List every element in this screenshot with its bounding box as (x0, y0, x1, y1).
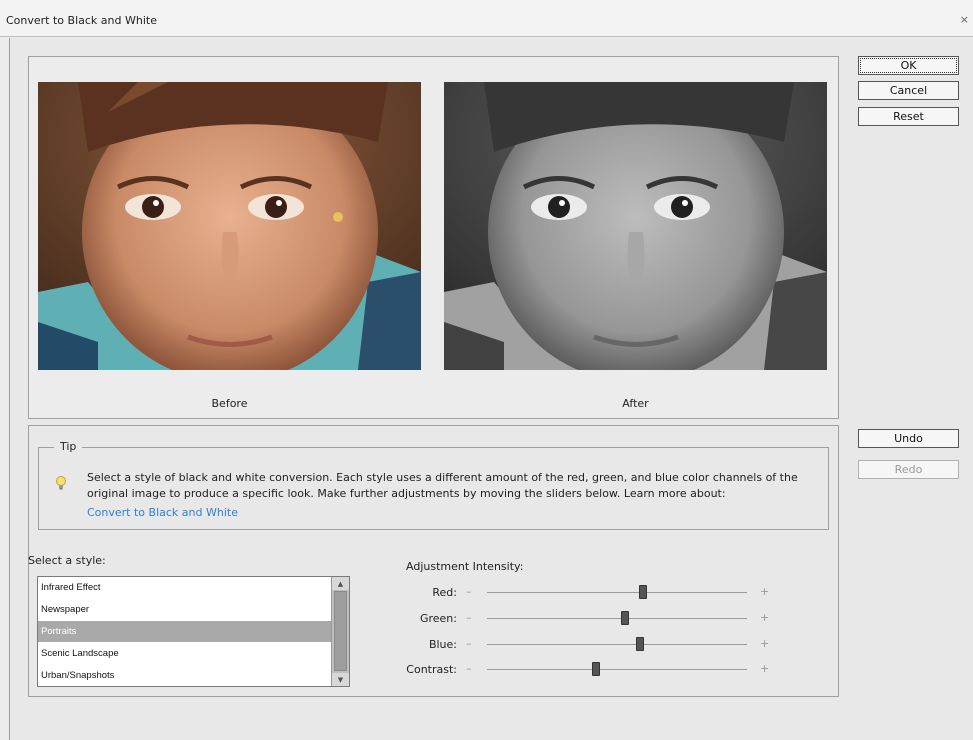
title-bar: Convert to Black and White × (0, 0, 973, 37)
style-list[interactable]: Infrared Effect Newspaper Portraits Scen… (37, 576, 350, 687)
style-item-urban-snapshots[interactable]: Urban/Snapshots (38, 665, 331, 686)
slider-track[interactable] (487, 618, 747, 619)
after-image (444, 82, 827, 370)
slider-track[interactable] (487, 592, 747, 593)
slider-track[interactable] (487, 644, 747, 645)
style-list-label: Select a style: (28, 554, 106, 567)
cancel-button[interactable]: Cancel (858, 81, 959, 100)
adjustment-intensity-label: Adjustment Intensity: (406, 560, 524, 573)
scroll-up-icon[interactable]: ▲ (332, 577, 349, 590)
style-item-infrared-effect[interactable]: Infrared Effect (38, 577, 331, 598)
style-item-scenic-landscape[interactable]: Scenic Landscape (38, 643, 331, 664)
slider-minus: – (466, 662, 472, 675)
reset-button[interactable]: Reset (858, 107, 959, 126)
slider-red-label: Red: (432, 586, 457, 599)
after-label: After (622, 397, 649, 410)
redo-button[interactable]: Redo (858, 460, 959, 479)
slider-plus: + (760, 637, 770, 650)
slider-contrast-label: Contrast: (406, 663, 457, 676)
slider-plus: + (760, 662, 770, 675)
slider-contrast[interactable]: Contrast: – + (400, 662, 780, 678)
tip-text: Select a style of black and white conver… (87, 471, 798, 500)
slider-blue-label: Blue: (428, 638, 457, 651)
style-item-newspaper[interactable]: Newspaper (38, 599, 331, 620)
slider-minus: – (466, 611, 472, 624)
before-image (38, 82, 421, 370)
slider-minus: – (466, 585, 472, 598)
slider-blue[interactable]: Blue: – + (400, 637, 780, 653)
slider-plus: + (760, 611, 770, 624)
slider-contrast-thumb[interactable] (592, 662, 601, 676)
slider-red[interactable]: Red: – + (400, 585, 780, 601)
slider-green-label: Green: (419, 612, 457, 625)
lightbulb-icon (56, 476, 66, 490)
style-item-portraits[interactable]: Portraits (38, 621, 331, 642)
scroll-thumb[interactable] (334, 591, 347, 671)
tip-legend: Tip (54, 440, 83, 453)
undo-button[interactable]: Undo (858, 429, 959, 448)
slider-green[interactable]: Green: – + (400, 611, 780, 627)
slider-blue-thumb[interactable] (636, 637, 645, 651)
close-icon[interactable]: × (960, 13, 969, 26)
before-label: Before (211, 397, 248, 410)
window-title: Convert to Black and White (6, 14, 157, 27)
tip-help-link[interactable]: Convert to Black and White (87, 506, 238, 519)
slider-plus: + (760, 585, 770, 598)
scroll-down-icon[interactable]: ▼ (332, 673, 349, 686)
style-list-scrollbar[interactable]: ▲ ▼ (331, 577, 349, 686)
preview-panel: Before After (28, 56, 839, 419)
slider-minus: – (466, 637, 472, 650)
slider-red-thumb[interactable] (639, 585, 647, 599)
slider-track[interactable] (487, 669, 747, 670)
slider-green-thumb[interactable] (620, 611, 629, 625)
ok-button[interactable]: OK (858, 56, 959, 75)
